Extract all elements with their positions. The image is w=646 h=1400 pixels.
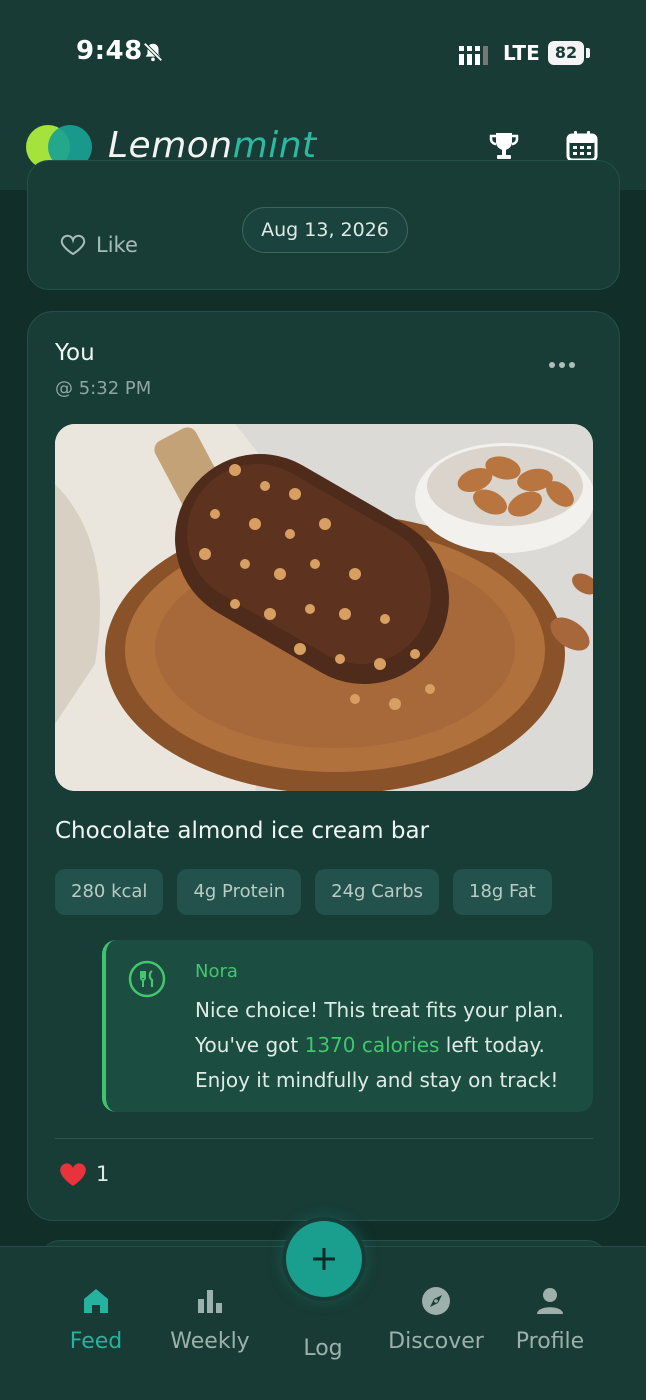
log-fab-button[interactable] xyxy=(286,1221,362,1297)
food-photo[interactable] xyxy=(55,424,593,791)
trophy-icon[interactable] xyxy=(487,129,521,163)
person-icon xyxy=(537,1288,563,1314)
ice-cream-bar-image xyxy=(55,424,593,791)
status-bar: 9:48 LTE 82 xyxy=(0,0,646,105)
battery-tip xyxy=(586,48,590,58)
nav-log-label[interactable]: Log xyxy=(263,1336,383,1361)
nav-profile[interactable]: Profile xyxy=(490,1247,610,1400)
home-icon xyxy=(84,1289,108,1313)
like-button[interactable]: Like xyxy=(60,233,138,257)
plus-icon xyxy=(313,1248,335,1270)
coach-message: Nice choice! This treat fits your plan. … xyxy=(195,993,585,1098)
nav-feed[interactable]: Feed xyxy=(36,1247,156,1400)
divider xyxy=(55,1138,593,1139)
bar-chart-icon xyxy=(198,1290,222,1313)
network-type: LTE xyxy=(503,41,540,65)
calories-left-highlight: 1370 calories xyxy=(304,1033,440,1057)
nav-weekly[interactable]: Weekly xyxy=(150,1247,270,1400)
bell-muted-icon xyxy=(143,42,163,62)
fat-chip: 18g Fat xyxy=(453,869,552,915)
nav-profile-label: Profile xyxy=(515,1329,585,1354)
date-pill[interactable]: Aug 13, 2026 xyxy=(242,207,408,253)
heart-filled-icon[interactable] xyxy=(59,1162,87,1188)
nav-discover-label: Discover xyxy=(388,1329,484,1354)
nutrition-chips: 280 kcal 4g Protein 24g Carbs 18g Fat xyxy=(55,869,552,915)
nav-discover[interactable]: Discover xyxy=(376,1247,496,1400)
signal-icon xyxy=(459,46,488,65)
compass-icon xyxy=(422,1287,450,1315)
nav-feed-label: Feed xyxy=(69,1329,123,1354)
fork-knife-icon xyxy=(128,960,166,998)
food-name: Chocolate almond ice cream bar xyxy=(55,818,430,844)
status-time: 9:48 xyxy=(76,36,143,66)
post-time: @ 5:32 PM xyxy=(55,378,152,399)
carbs-chip: 24g Carbs xyxy=(315,869,439,915)
post-author: You xyxy=(55,340,95,366)
battery-level: 82 xyxy=(548,41,584,65)
protein-chip: 4g Protein xyxy=(177,869,302,915)
coach-comment: Nora Nice choice! This treat fits your p… xyxy=(102,940,593,1112)
like-label: Like xyxy=(96,233,138,257)
nav-weekly-label: Weekly xyxy=(170,1329,250,1354)
heart-outline-icon xyxy=(60,234,86,256)
like-count: 1 xyxy=(96,1162,110,1186)
more-options-icon[interactable] xyxy=(548,358,576,372)
post-card: You @ 5:32 PM Chocolate almond ice cream… xyxy=(27,311,620,1221)
calendar-icon[interactable] xyxy=(565,129,599,163)
previous-post-card: Like Aug 13, 2026 xyxy=(27,160,620,290)
coach-name: Nora xyxy=(195,961,238,982)
calories-chip: 280 kcal xyxy=(55,869,164,915)
